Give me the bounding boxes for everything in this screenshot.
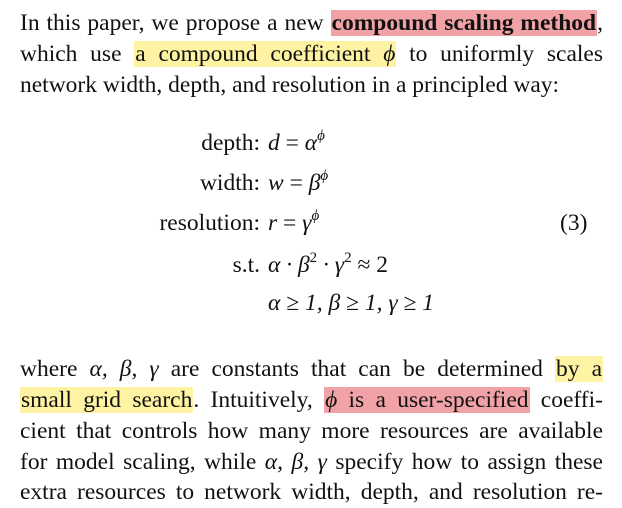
math-operator: = — [279, 130, 305, 156]
text-span: , — [597, 10, 603, 36]
math-symbol: r — [268, 210, 278, 236]
highlight-by-a[interactable]: by a — [555, 356, 603, 382]
math-operator: = — [277, 210, 303, 236]
math-expression: ≈ 2 — [351, 252, 388, 278]
text-span: which use — [20, 41, 135, 67]
equation-number: (3) — [560, 210, 588, 236]
math-symbol: w — [268, 170, 284, 196]
equation-body: α · β2 · γ2 ≈ 2 — [268, 250, 388, 280]
text-span: is a user-specified — [337, 387, 529, 413]
paragraph-2-line-1: where α, β, γ are constants that can be … — [20, 354, 603, 384]
equation-body: w = βϕ — [268, 168, 328, 198]
math-superscript: ϕ — [317, 128, 325, 144]
math-expression: α · β — [268, 252, 310, 278]
equation-label: depth: — [201, 130, 260, 156]
math-superscript: ϕ — [311, 208, 320, 224]
paragraph-2-line-3: cient that controls how many more resour… — [20, 418, 603, 444]
equation-label: width: — [199, 170, 260, 196]
text-span: are constants that can be determined — [158, 356, 555, 382]
equation-body: d = αϕ — [268, 128, 325, 158]
paragraph-2-line-4: for model scaling, while α, β, γ specify… — [20, 447, 603, 477]
text-span: a compound coefficient — [135, 41, 384, 67]
highlight-compound-coefficient[interactable]: a compound coefficient ϕ — [134, 41, 397, 67]
math-superscript: ϕ — [320, 168, 329, 184]
text-span: . Intuitively, — [193, 387, 325, 413]
paragraph-2-line-2: small grid search. Intuitively, ϕ is a u… — [20, 385, 603, 415]
math-expression: · γ — [317, 252, 345, 278]
text-span: In this paper, we propose a new — [20, 10, 331, 36]
equation-body: r = γϕ — [268, 208, 319, 238]
text-span: for model scaling, while — [20, 449, 265, 475]
paragraph-2-line-5: extra resources to network width, depth,… — [20, 479, 603, 505]
paragraph-1-line-2: which use a compound coefficient ϕ to un… — [20, 39, 603, 69]
math-symbol: α, β, γ — [89, 356, 159, 382]
text-span: specify how to assign these — [326, 449, 603, 475]
text-span: to uniformly scales — [396, 41, 603, 67]
math-symbol: α, β, γ — [264, 449, 327, 475]
math-symbol: ϕ — [325, 387, 338, 413]
text-span: coeffi- — [529, 387, 603, 413]
highlight-compound-scaling-method[interactable]: compound scaling method — [330, 10, 598, 36]
math-symbol: α — [304, 130, 318, 156]
math-symbol: ϕ — [383, 41, 396, 67]
paragraph-1-line-3: network width, depth, and resolution in … — [20, 72, 560, 98]
math-superscript: 2 — [344, 250, 352, 266]
paragraph-1-line-1: In this paper, we propose a new compound… — [20, 8, 603, 38]
text-span: where — [20, 356, 90, 382]
highlight-user-specified[interactable]: ϕ is a user-specified — [324, 387, 530, 413]
math-symbol: β — [308, 170, 321, 196]
equation-constraint: α ≥ 1, β ≥ 1, γ ≥ 1 — [268, 290, 434, 316]
math-operator: = — [283, 170, 309, 196]
highlight-small-grid-search[interactable]: small grid search — [20, 387, 194, 413]
equation-label: resolution: — [159, 210, 260, 236]
equation-label: s.t. — [232, 252, 260, 278]
math-symbol: d — [268, 130, 280, 156]
